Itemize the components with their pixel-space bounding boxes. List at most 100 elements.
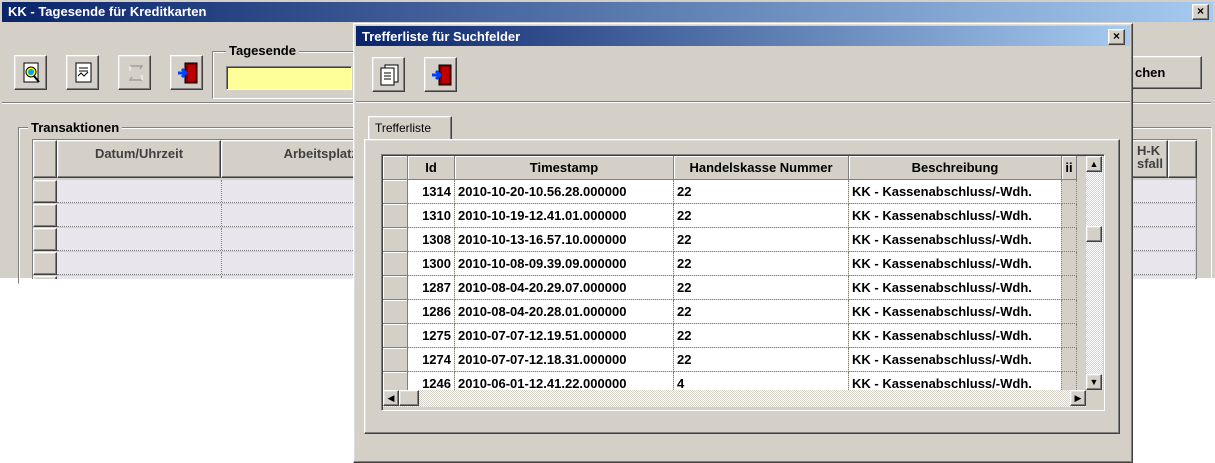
table-row[interactable]: 1314 2010-10-20-10.56.28.000000 22 KK - Kas… [383,179,1077,204]
cell-beschreibung: KK - Kassenabschluss/-Wdh. [848,275,1062,300]
row-header [383,275,408,300]
table-row[interactable]: 1310 2010-10-19-12.41.01.000000 22 KK - Kas… [383,203,1077,228]
search-button-label: chen [1135,65,1166,80]
scroll-down-button[interactable]: ▼ [1086,374,1102,390]
cell-beschreibung: KK - Kassenabschluss/-Wdh. [848,323,1062,348]
cell-separator [221,252,222,274]
table-row[interactable]: 1275 2010-07-07-12.19.51.000000 22 KK - Kas… [383,323,1077,348]
cell-kasse: 22 [673,179,849,204]
transaktionen-label: Transaktionen [28,120,123,135]
col-header-partial[interactable]: ii [1061,156,1077,180]
tab-trefferliste[interactable]: Trefferliste [368,116,452,140]
h-scroll-thumb[interactable] [399,390,419,406]
close-icon: × [1196,4,1204,18]
row-header [383,299,408,324]
preview-button[interactable] [14,55,47,90]
cell-kasse: 22 [673,275,849,300]
refresh-button-disabled[interactable] [118,55,151,90]
cell-kasse: 22 [673,251,849,276]
dialog-close-button[interactable]: × [1108,29,1125,45]
cell-timestamp: 2010-10-13-16.57.10.000000 [454,227,674,252]
cell-partial [1061,323,1077,348]
table-row[interactable]: 1300 2010-10-08-09.39.09.000000 22 KK - Kas… [383,251,1077,276]
cell-partial [1061,179,1077,204]
cell-id: 1287 [407,275,455,300]
col-header-arbeitsplatz[interactable]: Arbeitsplatz [221,140,363,178]
cell-timestamp: 2010-07-07-12.18.31.000000 [454,347,674,372]
cell-timestamp: 2010-10-19-12.41.01.000000 [454,203,674,228]
scroll-thumb[interactable] [1086,226,1102,242]
scroll-left-button[interactable]: ◀ [383,390,399,406]
scroll-up-button[interactable]: ▲ [1086,156,1102,172]
tagesende-input[interactable] [226,66,352,90]
magnifier-document-icon [23,62,40,83]
copy-button[interactable] [372,57,405,92]
cell-id: 1314 [407,179,455,204]
cell-beschreibung: KK - Kassenabschluss/-Wdh. [848,347,1062,372]
cell-timestamp: 2010-10-20-10.56.28.000000 [454,179,674,204]
cell-id: 1300 [407,251,455,276]
trefferliste-dialog: Trefferliste für Suchfelder × Trefferlis… [353,23,1133,463]
table-row[interactable]: 1287 2010-08-04-20.29.07.000000 22 KK - Kas… [383,275,1077,300]
scroll-right-button[interactable]: ▶ [1070,390,1086,406]
grid-corner-header [33,140,57,178]
row-header[interactable] [33,252,57,275]
col-header-timestamp[interactable]: Timestamp [454,156,674,180]
cell-partial [1061,275,1077,300]
row-header[interactable] [33,276,57,279]
dialog-exit-button[interactable] [424,57,457,92]
row-header [383,179,408,204]
cell-beschreibung: KK - Kassenabschluss/-Wdh. [848,179,1062,204]
report-button[interactable] [66,55,99,90]
row-header[interactable] [33,228,57,251]
exit-button[interactable] [170,55,203,90]
col-header-kasse[interactable]: Handelskasse Nummer [673,156,849,180]
cell-partial [1061,203,1077,228]
cell-id: 1310 [407,203,455,228]
table-row[interactable]: 1308 2010-10-13-16.57.10.000000 22 KK - Kas… [383,227,1077,252]
up-arrow-icon: ▲ [1089,159,1099,169]
cell-partial [1061,299,1077,324]
col-header-id[interactable]: Id [407,156,455,180]
exit-door-icon [432,64,452,86]
dialog-title-bar[interactable]: Trefferliste für Suchfelder × [356,26,1130,46]
search-button[interactable]: chen [1128,56,1202,89]
col-header-datum[interactable]: Datum/Uhrzeit [57,140,221,178]
main-close-button[interactable]: × [1192,4,1209,20]
horizontal-scrollbar[interactable]: ◀ ▶ [383,390,1086,407]
row-header [383,347,408,372]
row-header[interactable] [33,180,57,203]
table-row[interactable]: 1286 2010-08-04-20.28.01.000000 22 KK - Kas… [383,299,1077,324]
cell-id: 1308 [407,227,455,252]
vertical-scrollbar[interactable]: ▲ ▼ [1086,156,1103,390]
table-row[interactable]: 1274 2010-07-07-12.18.31.000000 22 KK - Kas… [383,347,1077,372]
cell-timestamp: 2010-07-07-12.19.51.000000 [454,323,674,348]
row-header [383,203,408,228]
cell-beschreibung: KK - Kassenabschluss/-Wdh. [848,203,1062,228]
cell-kasse: 22 [673,299,849,324]
col-header-partial[interactable]: H-K sfall [1132,140,1168,178]
col-header-last[interactable] [1168,140,1197,178]
cell-beschreibung: KK - Kassenabschluss/-Wdh. [848,299,1062,324]
cell-kasse: 22 [673,227,849,252]
results-rows: 1314 2010-10-20-10.56.28.000000 22 KK - Kas… [383,179,1077,396]
document-list-icon [380,64,399,86]
cell-id: 1274 [407,347,455,372]
cell-partial [1061,347,1077,372]
cell-beschreibung: KK - Kassenabschluss/-Wdh. [848,227,1062,252]
cell-kasse: 22 [673,347,849,372]
col-header-beschreibung[interactable]: Beschreibung [848,156,1062,180]
cell-beschreibung: KK - Kassenabschluss/-Wdh. [848,251,1062,276]
cell-kasse: 22 [673,203,849,228]
down-arrow-icon: ▼ [1089,377,1099,387]
right-arrow-icon: ▶ [1074,393,1082,403]
cell-timestamp: 2010-08-04-20.28.01.000000 [454,299,674,324]
cell-separator [221,228,222,250]
cell-partial [1061,227,1077,252]
left-arrow-icon: ◀ [387,393,395,403]
results-grid[interactable]: Id Timestamp Handelskasse Nummer Beschre… [381,154,1105,411]
results-table: Id Timestamp Handelskasse Nummer Beschre… [383,156,1077,396]
row-header [383,323,408,348]
row-header[interactable] [33,204,57,227]
main-title-bar[interactable]: KK - Tagesende für Kreditkarten × [2,2,1213,22]
